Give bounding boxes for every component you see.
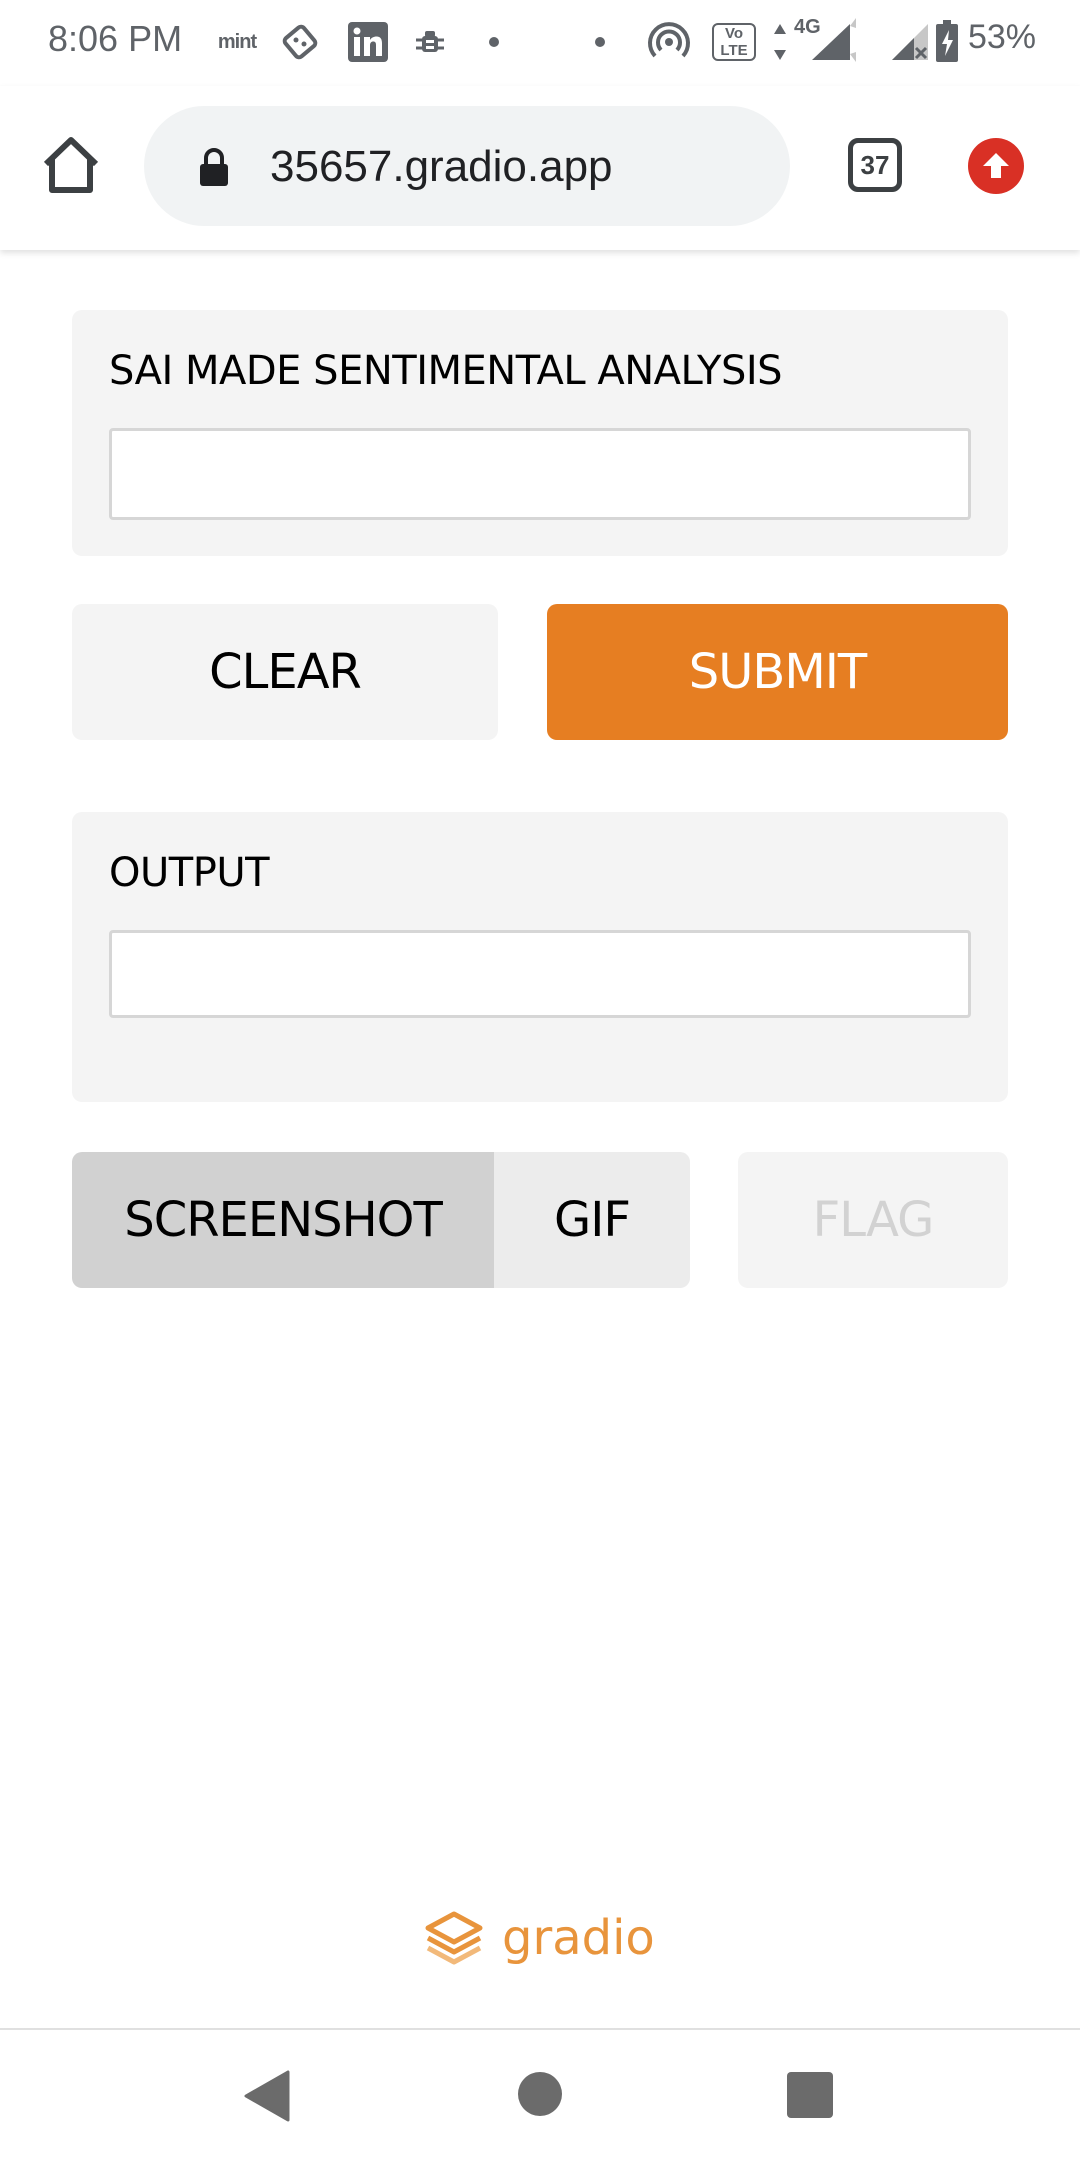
gradio-logo[interactable]: gradio	[424, 1908, 655, 1968]
signal-no-sim-icon	[886, 14, 934, 70]
status-bar: 8:06 PM mint Vo LTE 4G 53%	[0, 0, 1080, 86]
url-text[interactable]: 35657.gradio.app	[270, 142, 613, 192]
gif-button[interactable]: GIF	[494, 1152, 690, 1288]
capture-mode-group: SCREENSHOT GIF	[72, 1152, 690, 1288]
lock-icon	[198, 148, 230, 186]
update-arrow-icon[interactable]	[968, 138, 1024, 194]
address-bar[interactable]: 35657.gradio.app	[144, 106, 790, 226]
flag-button[interactable]: FLAG	[738, 1152, 1008, 1288]
output-panel: OUTPUT	[72, 812, 1008, 1102]
data-arrows-icon	[770, 14, 790, 70]
hotspot-icon	[646, 14, 692, 70]
system-nav-bar	[0, 2028, 1080, 2162]
volte-label: Vo LTE	[712, 23, 756, 61]
domino-icon	[280, 14, 320, 70]
back-triangle-icon[interactable]	[244, 2070, 290, 2127]
battery-icon	[932, 14, 962, 70]
status-time: 8:06 PM	[48, 18, 183, 59]
submit-button[interactable]: SUBMIT	[547, 604, 1008, 740]
input-panel: SAI MADE SENTIMENTAL ANALYSIS	[72, 310, 1008, 556]
bug-icon	[412, 14, 448, 70]
linkedin-icon	[346, 14, 390, 70]
battery-percent: 53%	[967, 18, 1036, 56]
signal-icon: 4G	[792, 14, 856, 70]
output-label: OUTPUT	[109, 850, 270, 896]
input-label: SAI MADE SENTIMENTAL ANALYSIS	[109, 348, 783, 394]
dot-icon	[486, 14, 502, 70]
volte-icon: Vo LTE	[712, 14, 756, 70]
gradio-logo-text: gradio	[502, 1910, 655, 1966]
sentiment-input[interactable]	[109, 428, 971, 520]
browser-toolbar: 35657.gradio.app 37	[0, 86, 1080, 250]
clear-button[interactable]: CLEAR	[72, 604, 498, 740]
mint-icon: mint	[217, 30, 257, 53]
home-icon[interactable]	[38, 132, 104, 198]
output-field	[109, 930, 971, 1018]
home-circle-icon[interactable]	[518, 2072, 562, 2116]
screenshot-button[interactable]: SCREENSHOT	[72, 1152, 494, 1288]
recents-square-icon[interactable]	[787, 2072, 833, 2118]
gradio-logo-icon	[425, 1911, 483, 1965]
dot-icon	[592, 14, 608, 70]
tab-switcher-button[interactable]: 37	[848, 138, 902, 192]
